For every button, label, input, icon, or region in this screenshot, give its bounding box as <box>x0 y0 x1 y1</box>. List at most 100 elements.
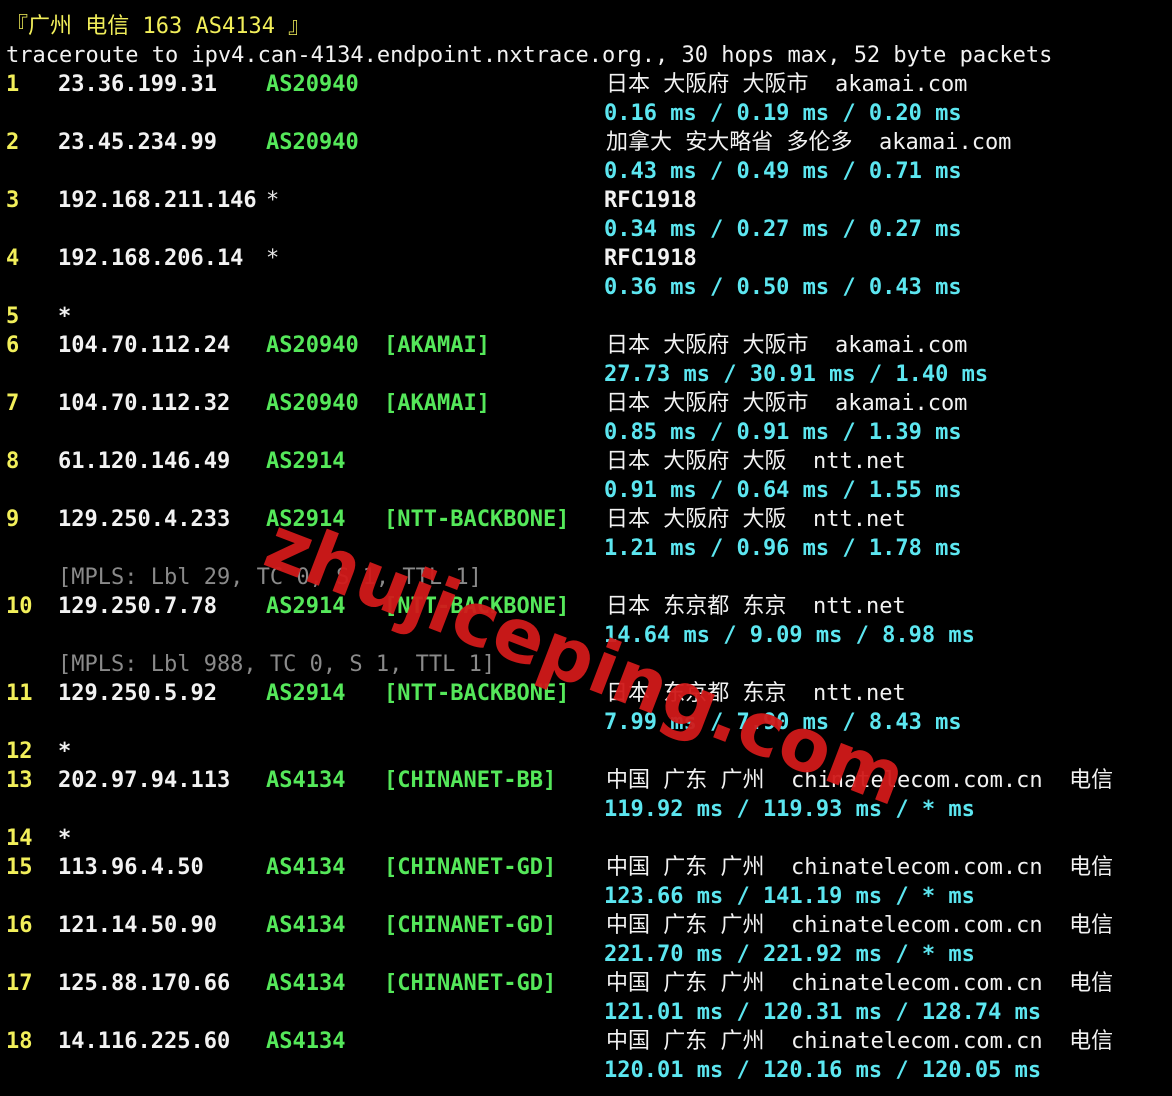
trace-header: 『广州 电信 163 AS4134 』 <box>6 14 311 39</box>
hop-ip: 23.45.234.99 <box>58 130 217 155</box>
hop-asn: AS4134 <box>266 971 346 996</box>
hop-number: 5 <box>6 304 20 329</box>
hop-ip: 121.14.50.90 <box>58 913 217 938</box>
hop-rtt: 0.36 ms / 0.50 ms / 0.43 ms <box>604 275 962 300</box>
hop-number: 16 <box>6 913 33 938</box>
hop-ip: 192.168.206.14 <box>58 246 244 271</box>
hop-ip: * <box>58 304 72 329</box>
hop-number: 4 <box>6 246 20 271</box>
hop-rtt: 27.73 ms / 30.91 ms / 1.40 ms <box>604 362 989 387</box>
hop-row: 5 * <box>0 302 1172 331</box>
hop-number: 6 <box>6 333 20 358</box>
hop-number: 7 <box>6 391 20 416</box>
hop-ip: 61.120.146.49 <box>58 449 231 474</box>
hop-number: 12 <box>6 739 33 764</box>
hop-row: 6 104.70.112.24 AS20940 [AKAMAI] 日本 大阪府 大阪市 … <box>0 331 1172 360</box>
hop-number: 1 <box>6 72 20 97</box>
hop-number: 17 <box>6 971 33 996</box>
hop-ip: 23.36.199.31 <box>58 72 217 97</box>
hop-ip: 104.70.112.24 <box>58 333 231 358</box>
hop-asn: AS20940 <box>266 391 359 416</box>
hop-asn: AS4134 <box>266 768 346 793</box>
hop-row: 3 192.168.211.146 * RFC1918 <box>0 186 1172 215</box>
hop-ip: 104.70.112.32 <box>58 391 231 416</box>
hop-ip: 125.88.170.66 <box>58 971 231 996</box>
hop-row: 1 23.36.199.31 AS20940 日本 大阪府 大阪市 akamai.co… <box>0 70 1172 99</box>
hop-geo-info: 加拿大 安大略省 多伦多 akamai.com <box>606 130 1012 155</box>
hop-ip: 129.250.7.78 <box>58 594 217 619</box>
hop-asn: AS2914 <box>266 681 346 706</box>
hop-network-tag: [CHINANET-GD] <box>384 971 557 996</box>
hop-asn: AS2914 <box>266 449 346 474</box>
hop-geo-info: 日本 东京都 东京 ntt.net <box>606 594 906 619</box>
hop-geo-info: RFC1918 <box>604 246 697 271</box>
hop-ip: 14.116.225.60 <box>58 1029 231 1054</box>
hop-rtt: 221.70 ms / 221.92 ms / * ms <box>604 942 975 967</box>
hop-number: 15 <box>6 855 33 880</box>
hop-ip: 113.96.4.50 <box>58 855 204 880</box>
hop-network-tag: [AKAMAI] <box>384 391 490 416</box>
hop-row: 12 * <box>0 737 1172 766</box>
hop-number: 18 <box>6 1029 33 1054</box>
hop-asn: AS20940 <box>266 72 359 97</box>
hop-asn: * <box>266 188 280 213</box>
hop-ip: 129.250.4.233 <box>58 507 231 532</box>
hop-number: 10 <box>6 594 33 619</box>
hop-rtt: 123.66 ms / 141.19 ms / * ms <box>604 884 975 909</box>
hop-row: 16 121.14.50.90 AS4134 [CHINANET-GD] 中国 广东 广… <box>0 911 1172 940</box>
hop-rtt: 0.34 ms / 0.27 ms / 0.27 ms <box>604 217 962 242</box>
hop-rtt: 1.21 ms / 0.96 ms / 1.78 ms <box>604 536 962 561</box>
terminal-window: 『广州 电信 163 AS4134 』 traceroute to ipv4.c… <box>0 0 1172 1096</box>
hop-ip: 202.97.94.113 <box>58 768 231 793</box>
hop-ip: 192.168.211.146 <box>58 188 257 213</box>
hop-geo-info: 中国 广东 广州 chinatelecom.com.cn 电信 <box>606 1029 1114 1054</box>
hop-network-tag: [CHINANET-GD] <box>384 855 557 880</box>
hop-rtt: 0.16 ms / 0.19 ms / 0.20 ms <box>604 101 962 126</box>
mpls-label: [MPLS: Lbl 988, TC 0, S 1, TTL 1] <box>58 652 496 677</box>
hop-asn: AS4134 <box>266 855 346 880</box>
hop-number: 9 <box>6 507 20 532</box>
hop-rtt: 0.91 ms / 0.64 ms / 1.55 ms <box>604 478 962 503</box>
hop-geo-info: 中国 广东 广州 chinatelecom.com.cn 电信 <box>606 971 1114 996</box>
hop-asn: AS4134 <box>266 1029 346 1054</box>
hop-ip: 129.250.5.92 <box>58 681 217 706</box>
hop-number: 8 <box>6 449 20 474</box>
hop-ip: * <box>58 826 72 851</box>
hop-asn: AS20940 <box>266 333 359 358</box>
hop-row: 15 113.96.4.50 AS4134 [CHINANET-GD] 中国 广东 广州… <box>0 853 1172 882</box>
hop-number: 11 <box>6 681 33 706</box>
hop-row: 17 125.88.170.66 AS4134 [CHINANET-GD] 中国 广东 … <box>0 969 1172 998</box>
hop-geo-info: 中国 广东 广州 chinatelecom.com.cn 电信 <box>606 913 1114 938</box>
hop-ip: * <box>58 739 72 764</box>
hop-row: 7 104.70.112.32 AS20940 [AKAMAI] 日本 大阪府 大阪市 … <box>0 389 1172 418</box>
hop-number: 14 <box>6 826 33 851</box>
hop-network-tag: [AKAMAI] <box>384 333 490 358</box>
hop-geo-info: 日本 大阪府 大阪市 akamai.com <box>606 72 968 97</box>
hop-row: 14 * <box>0 824 1172 853</box>
hop-rtt: 0.43 ms / 0.49 ms / 0.71 ms <box>604 159 962 184</box>
hop-asn: AS4134 <box>266 913 346 938</box>
hop-asn: AS20940 <box>266 130 359 155</box>
hop-rtt: 0.85 ms / 0.91 ms / 1.39 ms <box>604 420 962 445</box>
hop-rtt: 119.92 ms / 119.93 ms / * ms <box>604 797 975 822</box>
hop-geo-info: 日本 大阪府 大阪市 akamai.com <box>606 391 968 416</box>
hop-geo-info: RFC1918 <box>604 188 697 213</box>
hop-rtt: 121.01 ms / 120.31 ms / 128.74 ms <box>604 1000 1042 1025</box>
hop-row: 13 202.97.94.113 AS4134 [CHINANET-BB] 中国 广东 … <box>0 766 1172 795</box>
hop-geo-info: 日本 大阪府 大阪 ntt.net <box>606 507 906 532</box>
hop-asn: * <box>266 246 280 271</box>
hop-geo-info: 日本 大阪府 大阪 ntt.net <box>606 449 906 474</box>
hop-network-tag: [CHINANET-GD] <box>384 913 557 938</box>
hop-number: 3 <box>6 188 20 213</box>
hop-row: 8 61.120.146.49 AS2914 日本 大阪府 大阪 ntt.net <box>0 447 1172 476</box>
hop-row: 2 23.45.234.99 AS20940 加拿大 安大略省 多伦多 akamai.… <box>0 128 1172 157</box>
traceroute-command: traceroute to ipv4.can-4134.endpoint.nxt… <box>6 43 1053 68</box>
hop-number: 13 <box>6 768 33 793</box>
hop-number: 2 <box>6 130 20 155</box>
hop-network-tag: [CHINANET-BB] <box>384 768 557 793</box>
hop-row: 18 14.116.225.60 AS4134 中国 广东 广州 chinatelec… <box>0 1027 1172 1056</box>
hop-rtt: 120.01 ms / 120.16 ms / 120.05 ms <box>604 1058 1042 1083</box>
hop-row: 9 129.250.4.233 AS2914 [NTT-BACKBONE] 日本 大阪府… <box>0 505 1172 534</box>
hop-geo-info: 中国 广东 广州 chinatelecom.com.cn 电信 <box>606 855 1114 880</box>
hop-geo-info: 日本 大阪府 大阪市 akamai.com <box>606 333 968 358</box>
